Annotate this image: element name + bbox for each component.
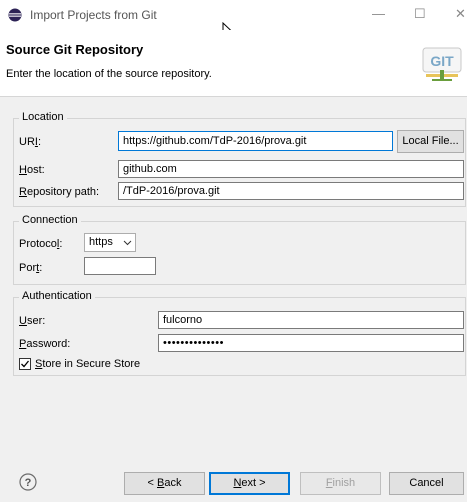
git-logo: GIT xyxy=(422,47,462,81)
title-bar: Import Projects from Git — ☐ ✕ xyxy=(0,0,467,40)
window-title: Import Projects from Git xyxy=(30,8,157,22)
local-file-button[interactable]: Local File... xyxy=(397,130,464,153)
chevron-down-icon xyxy=(123,240,132,246)
host-input[interactable]: github.com xyxy=(118,160,464,178)
cancel-button[interactable]: Cancel xyxy=(389,472,464,495)
uri-input[interactable]: https://github.com/TdP-2016/prova.git xyxy=(118,131,393,151)
authentication-group-label: Authentication xyxy=(19,290,95,302)
user-input[interactable]: fulcorno xyxy=(158,311,464,329)
page-title: Source Git Repository xyxy=(6,42,144,57)
protocol-dropdown[interactable]: https xyxy=(84,233,136,252)
back-button[interactable]: < Back xyxy=(124,472,205,495)
location-group-label: Location xyxy=(19,111,67,123)
port-label: Port: xyxy=(19,262,43,274)
next-button[interactable]: Next > xyxy=(209,472,290,495)
help-icon[interactable]: ? xyxy=(19,473,37,491)
host-label: Host: xyxy=(19,164,45,176)
port-input[interactable] xyxy=(84,257,156,275)
repository-path-label: Repository path: xyxy=(19,186,100,198)
protocol-value: https xyxy=(89,236,113,248)
page-description: Enter the location of the source reposit… xyxy=(6,68,212,80)
user-label: User: xyxy=(19,315,46,327)
connection-group-label: Connection xyxy=(19,214,81,226)
finish-button[interactable]: Finish xyxy=(300,472,381,495)
maximize-button[interactable]: ☐ xyxy=(414,6,426,22)
minimize-button[interactable]: — xyxy=(372,6,385,21)
connection-group xyxy=(13,221,466,285)
wizard-header: Source Git Repository Enter the location… xyxy=(0,30,467,97)
help-icon-glyph: ? xyxy=(25,477,32,489)
close-button[interactable]: ✕ xyxy=(455,6,466,22)
repository-path-input[interactable]: /TdP-2016/prova.git xyxy=(118,182,464,200)
git-logo-text: GIT xyxy=(430,53,454,69)
password-input[interactable]: •••••••••••••• xyxy=(158,334,464,352)
uri-label: URI: xyxy=(19,136,42,148)
eclipse-icon xyxy=(8,8,22,22)
store-secure-checkbox[interactable] xyxy=(19,358,31,370)
store-secure-label: Store in Secure Store xyxy=(35,358,141,370)
password-label: Password: xyxy=(19,338,71,350)
protocol-label: Protocol: xyxy=(19,238,63,250)
